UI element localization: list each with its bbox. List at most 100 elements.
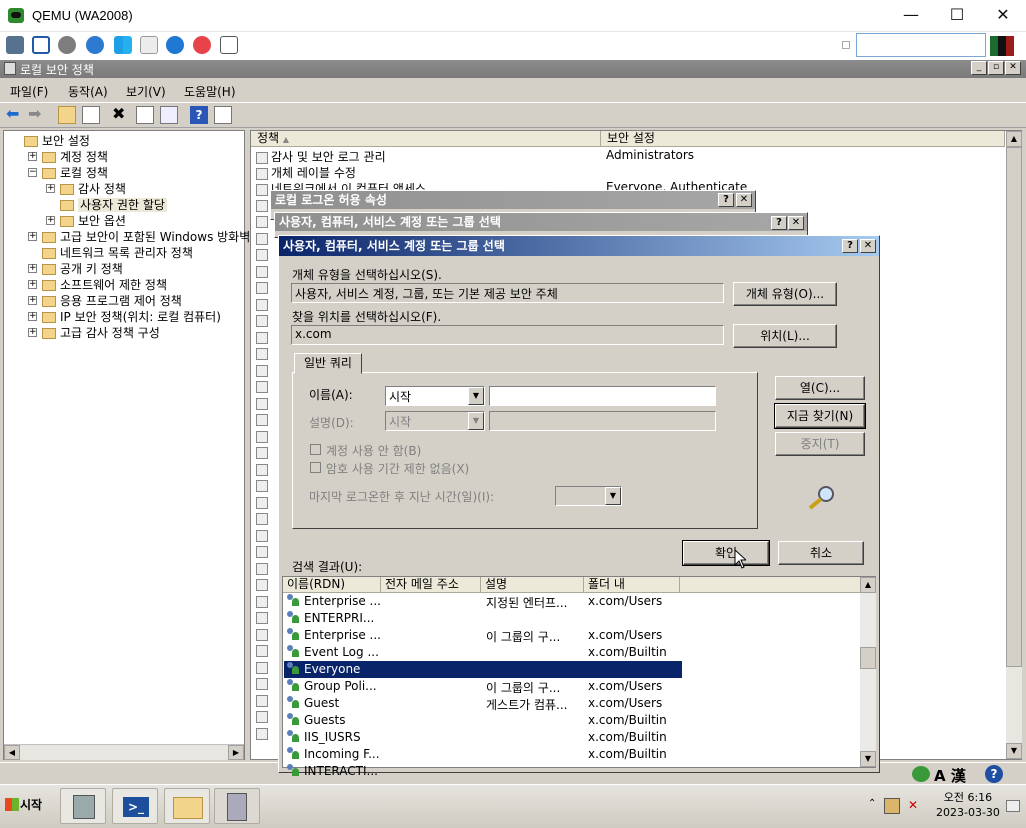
- name-match-combo[interactable]: 시작 ▼: [385, 386, 485, 406]
- delete-icon[interactable]: ✖: [112, 106, 130, 124]
- cancel-button[interactable]: 취소: [778, 541, 864, 565]
- tree-item[interactable]: 소프트웨어 제한 정책: [42, 276, 167, 293]
- tree-item[interactable]: 고급 감사 정책 구성: [42, 324, 160, 341]
- menu-action[interactable]: 동작(A): [68, 83, 108, 100]
- powershell-icon[interactable]: >_: [112, 788, 158, 824]
- document-icon[interactable]: [140, 36, 158, 54]
- ok-button[interactable]: 확인: [682, 540, 770, 566]
- tree-expander[interactable]: +: [46, 184, 55, 193]
- back1-help-button[interactable]: ?: [718, 193, 734, 207]
- back2-close-button[interactable]: ✕: [788, 216, 804, 230]
- explorer-folder-icon[interactable]: [164, 788, 210, 824]
- settings-gear-icon[interactable]: [58, 36, 76, 54]
- tree-expander[interactable]: −: [28, 168, 37, 177]
- stop-icon[interactable]: [193, 36, 211, 54]
- tray-network-icon[interactable]: [884, 798, 900, 814]
- maximize-button[interactable]: ☐: [934, 0, 980, 32]
- tree-item[interactable]: 공개 키 정책: [42, 260, 123, 277]
- mdi-restore-button[interactable]: ▫: [988, 61, 1004, 75]
- find-now-button[interactable]: 지금 찾기(N): [774, 403, 866, 429]
- object-types-button[interactable]: 개체 유형(O)...: [733, 282, 837, 306]
- qemu-search-input[interactable]: [856, 33, 986, 57]
- result-row[interactable]: Enterprise ... 이 그룹의 구... x.com/Users: [284, 627, 682, 644]
- result-row[interactable]: Group Poli... 이 그룹의 구... x.com/Users: [284, 678, 682, 695]
- results-col-email[interactable]: 전자 메일 주소: [381, 577, 481, 593]
- result-row[interactable]: IIS_IUSRS x.com/Builtin: [284, 729, 682, 746]
- mdi-minimize-button[interactable]: _: [971, 61, 987, 75]
- notification-icon[interactable]: [1006, 800, 1020, 812]
- fullscreen-icon[interactable]: [32, 36, 50, 54]
- column-security-setting[interactable]: 보안 설정: [601, 131, 1005, 147]
- tree-item[interactable]: 고급 보안이 포함된 Windows 방화벽: [42, 228, 250, 245]
- result-row[interactable]: Incoming F... x.com/Builtin: [284, 746, 682, 763]
- close-button[interactable]: ✕: [980, 0, 1026, 32]
- tree-item[interactable]: 응용 프로그램 제어 정책: [42, 292, 182, 309]
- result-row[interactable]: INTERACTI...: [284, 763, 682, 780]
- network-icon[interactable]: [6, 36, 24, 54]
- action-pane-icon[interactable]: [214, 106, 232, 124]
- tree-expander[interactable]: +: [28, 328, 37, 337]
- tree-item[interactable]: 보안 옵션: [60, 212, 126, 229]
- start-button[interactable]: 시작: [2, 789, 52, 821]
- refresh-icon[interactable]: [86, 36, 104, 54]
- results-scrollbar[interactable]: ▲ ▼: [860, 577, 876, 767]
- export-list-icon[interactable]: [160, 106, 178, 124]
- clock[interactable]: 오전 6:16 2023-03-30: [936, 790, 1000, 820]
- back-arrow-icon[interactable]: ⬅: [6, 106, 24, 124]
- policy-row[interactable]: 감사 및 보안 로그 관리: [256, 148, 386, 165]
- policy-row[interactable]: 개체 레이블 수정: [256, 164, 356, 181]
- tree-item[interactable]: IP 보안 정책(위치: 로컬 컴퓨터): [42, 308, 221, 325]
- forward-arrow-icon[interactable]: ➡: [28, 106, 46, 124]
- dialog-close-button[interactable]: ✕: [860, 239, 876, 253]
- column-policy[interactable]: 정책 ▲: [251, 131, 601, 147]
- menu-file[interactable]: 파일(F): [10, 83, 48, 100]
- minimize-button[interactable]: —: [888, 0, 934, 32]
- menu-help[interactable]: 도움말(H): [184, 83, 236, 100]
- locations-button[interactable]: 위치(L)...: [733, 324, 837, 348]
- tree-item[interactable]: 보안 설정: [24, 132, 90, 149]
- tab-general-query[interactable]: 일반 쿼리: [294, 353, 362, 374]
- results-col-description[interactable]: 설명: [481, 577, 584, 593]
- ime-help-icon[interactable]: ?: [985, 765, 1003, 783]
- windows-logo-icon[interactable]: [114, 36, 132, 54]
- up-folder-icon[interactable]: [58, 106, 76, 124]
- tree-expander[interactable]: +: [28, 152, 37, 161]
- result-row[interactable]: ENTERPRI...: [284, 610, 682, 627]
- result-row[interactable]: Event Log ... x.com/Builtin: [284, 644, 682, 661]
- tree-expander[interactable]: +: [46, 216, 55, 225]
- tray-volume-muted-icon[interactable]: ✕: [908, 798, 922, 814]
- tree-expander[interactable]: +: [28, 264, 37, 273]
- tree-expander[interactable]: +: [28, 296, 37, 305]
- tray-chevron-icon[interactable]: ⌃: [868, 798, 876, 809]
- tree-item[interactable]: 로컬 정책: [42, 164, 108, 181]
- back2-help-button[interactable]: ?: [771, 216, 787, 230]
- language-bar-icon[interactable]: [912, 766, 930, 782]
- back1-close-button[interactable]: ✕: [736, 193, 752, 207]
- search-checkbox[interactable]: [842, 41, 850, 49]
- tree-item[interactable]: 네트워크 목록 관리자 정책: [42, 244, 193, 261]
- server-manager-icon[interactable]: [60, 788, 106, 824]
- properties-icon[interactable]: [136, 106, 154, 124]
- name-input[interactable]: [489, 386, 716, 406]
- dialog-help-button[interactable]: ?: [842, 239, 858, 253]
- local-security-policy-icon[interactable]: [214, 788, 260, 824]
- mdi-close-button[interactable]: ✕: [1005, 61, 1021, 75]
- result-row[interactable]: Guest 게스트가 컴퓨... x.com/Users: [284, 695, 682, 712]
- tree-horizontal-scrollbar[interactable]: ◀ ▶: [4, 744, 244, 760]
- result-row[interactable]: Guests x.com/Builtin: [284, 712, 682, 729]
- menu-view[interactable]: 보기(V): [126, 83, 166, 100]
- info-icon[interactable]: [166, 36, 184, 54]
- help-icon[interactable]: ?: [190, 106, 208, 124]
- results-col-name[interactable]: 이름(RDN): [283, 577, 381, 593]
- tree-item[interactable]: 감사 정책: [60, 180, 126, 197]
- result-row[interactable]: Enterprise ... 지정된 엔터프... x.com/Users: [284, 593, 682, 610]
- policy-list-scrollbar[interactable]: ▲ ▼: [1006, 131, 1022, 759]
- results-col-folder[interactable]: 폴더 내: [584, 577, 680, 593]
- tree-expander[interactable]: +: [28, 280, 37, 289]
- result-row[interactable]: Everyone: [284, 661, 682, 678]
- show-hide-tree-icon[interactable]: [82, 106, 100, 124]
- tree-expander[interactable]: +: [28, 312, 37, 321]
- tree-item[interactable]: 계정 정책: [42, 148, 108, 165]
- save-screen-icon[interactable]: [220, 36, 238, 54]
- columns-button[interactable]: 열(C)...: [775, 376, 865, 400]
